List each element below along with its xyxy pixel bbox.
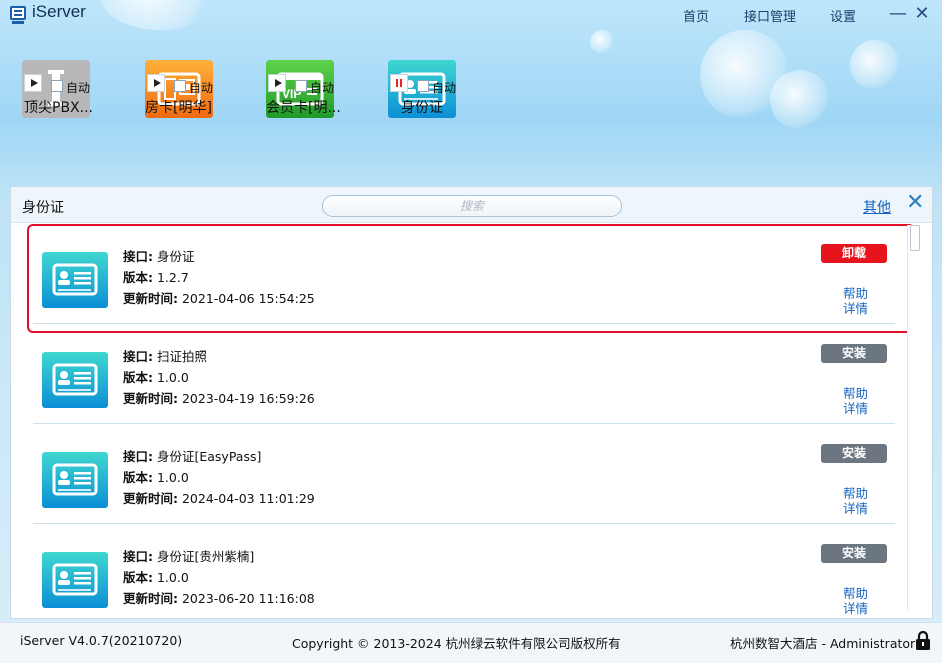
details-link[interactable]: 详情 [843, 298, 868, 317]
version-value: 1.2.7 [156, 270, 189, 285]
version-text: iServer V4.0.7(20210720) [20, 633, 183, 648]
title-bar: iServer 首页 接口管理 设置 — ✕ [0, 0, 942, 30]
updated-label: 更新时间: [123, 491, 178, 506]
row-interface: 接口: 扫证拍照 [123, 346, 315, 367]
interface-list: 接口: 身份证 版本: 1.2.7 更新时间: 2021-04-06 15:54… [11, 224, 911, 619]
play-icon[interactable] [24, 74, 42, 92]
interface-name: 身份证[贵州紫楠] [156, 549, 255, 564]
auto-label: 自动 [310, 81, 335, 95]
row-updated: 更新时间: 2024-04-03 11:01:29 [123, 488, 315, 509]
monitor-icon [10, 6, 26, 20]
nav-settings[interactable]: 设置 [830, 6, 856, 25]
id-card-icon [42, 352, 108, 408]
nav-interface-management[interactable]: 接口管理 [744, 6, 796, 25]
install-button[interactable]: 安装 [821, 544, 887, 563]
row-interface: 接口: 身份证[EasyPass] [123, 446, 315, 467]
auto-label: 自动 [66, 81, 91, 95]
auto-label: 自动 [432, 81, 457, 95]
updated-value: 2024-04-03 11:01:29 [181, 491, 315, 506]
row-info: 接口: 身份证[EasyPass] 版本: 1.0.0 更新时间: 2024-0… [123, 446, 315, 509]
updated-label: 更新时间: [123, 291, 178, 306]
id-card-icon [42, 252, 108, 308]
row-version: 版本: 1.0.0 [123, 467, 315, 488]
interface-row: 接口: 身份证[贵州紫楠] 版本: 1.0.0 更新时间: 2023-06-20… [33, 524, 895, 619]
copyright-text: Copyright © 2013-2024 杭州绿云软件有限公司版权所有 [292, 636, 621, 651]
app-title: iServer [32, 2, 86, 21]
background-bubble [770, 70, 830, 130]
status-bar: iServer V4.0.7(20210720) Copyright © 201… [0, 622, 942, 663]
updated-label: 更新时间: [123, 591, 178, 606]
version-label: 版本: [123, 570, 153, 585]
version-value: 1.0.0 [156, 370, 189, 385]
version-value: 1.0.0 [156, 470, 189, 485]
panel-close-icon[interactable]: ✕ [906, 191, 926, 215]
interface-label: 接口: [123, 349, 153, 364]
details-link[interactable]: 详情 [843, 598, 868, 617]
interface-name: 身份证 [156, 249, 195, 264]
interface-row: 接口: 身份证[EasyPass] 版本: 1.0.0 更新时间: 2024-0… [33, 424, 895, 524]
pause-icon[interactable] [390, 74, 408, 92]
scrollbar[interactable] [907, 225, 921, 610]
updated-value: 2021-04-06 15:54:25 [181, 291, 315, 306]
interface-row: 接口: 扫证拍照 版本: 1.0.0 更新时间: 2023-04-19 16:5… [33, 324, 895, 424]
details-link[interactable]: 详情 [843, 498, 868, 517]
scroll-thumb[interactable] [910, 225, 920, 251]
row-updated: 更新时间: 2021-04-06 15:54:25 [123, 288, 315, 309]
row-updated: 更新时间: 2023-06-20 11:16:08 [123, 588, 315, 609]
interface-label: 接口: [123, 549, 153, 564]
background-bubble [700, 30, 790, 120]
updated-value: 2023-04-19 16:59:26 [181, 391, 315, 406]
row-version: 版本: 1.2.7 [123, 267, 315, 288]
install-button[interactable]: 安装 [821, 344, 887, 363]
version-label: 版本: [123, 470, 153, 485]
install-button[interactable]: 安装 [821, 444, 887, 463]
auto-checkbox[interactable] [51, 80, 63, 92]
row-updated: 更新时间: 2023-04-19 16:59:26 [123, 388, 315, 409]
updated-label: 更新时间: [123, 391, 178, 406]
interface-label: 接口: [123, 249, 153, 264]
interface-name: 扫证拍照 [156, 349, 207, 364]
row-info: 接口: 扫证拍照 版本: 1.0.0 更新时间: 2023-04-19 16:5… [123, 346, 315, 409]
background-bubble [850, 40, 900, 90]
row-info: 接口: 身份证[贵州紫楠] 版本: 1.0.0 更新时间: 2023-06-20… [123, 546, 315, 609]
close-button[interactable]: ✕ [908, 3, 936, 27]
id-card-icon [42, 452, 108, 508]
version-label: 版本: [123, 370, 153, 385]
monitor-stand [12, 21, 24, 24]
app-window: iServer 首页 接口管理 设置 — ✕ 自动 顶尖PBX... 自动 房卡… [0, 0, 942, 663]
row-version: 版本: 1.0.0 [123, 367, 315, 388]
panel-header: 身份证 搜索 其他 ✕ [11, 187, 932, 223]
search-input[interactable]: 搜索 [322, 195, 622, 217]
play-icon[interactable] [147, 74, 165, 92]
background-bubble [590, 30, 614, 54]
row-interface: 接口: 身份证 [123, 246, 315, 267]
tile-pbx-name: 顶尖PBX... [24, 100, 93, 116]
other-link[interactable]: 其他 [863, 197, 891, 217]
row-version: 版本: 1.0.0 [123, 567, 315, 588]
user-text: 杭州数智大酒店 - Administrator [730, 636, 916, 651]
lock-icon[interactable] [915, 631, 931, 651]
interface-label: 接口: [123, 449, 153, 464]
auto-checkbox[interactable] [295, 80, 307, 92]
version-value: 1.0.0 [156, 570, 189, 585]
uninstall-button[interactable]: 卸载 [821, 244, 887, 263]
auto-label: 自动 [189, 81, 214, 95]
nav-home[interactable]: 首页 [683, 6, 709, 25]
interface-row: 接口: 身份证 版本: 1.2.7 更新时间: 2021-04-06 15:54… [33, 224, 895, 324]
details-link[interactable]: 详情 [843, 398, 868, 417]
tile-vip-card-name: 会员卡[明... [266, 100, 341, 116]
row-interface: 接口: 身份证[贵州紫楠] [123, 546, 315, 567]
auto-checkbox[interactable] [174, 80, 186, 92]
interface-panel: 身份证 搜索 其他 ✕ 接口: 身份证 版本: 1.2.7 更新时间: 2021… [10, 186, 933, 619]
updated-value: 2023-06-20 11:16:08 [181, 591, 315, 606]
play-icon[interactable] [268, 74, 286, 92]
panel-title: 身份证 [22, 200, 64, 216]
tile-id-card-name: 身份证 [401, 100, 443, 116]
id-card-icon [42, 552, 108, 608]
interface-name: 身份证[EasyPass] [156, 449, 262, 464]
tile-room-card-name: 房卡[明华] [145, 100, 212, 116]
version-label: 版本: [123, 270, 153, 285]
auto-checkbox[interactable] [417, 80, 429, 92]
row-info: 接口: 身份证 版本: 1.2.7 更新时间: 2021-04-06 15:54… [123, 246, 315, 309]
